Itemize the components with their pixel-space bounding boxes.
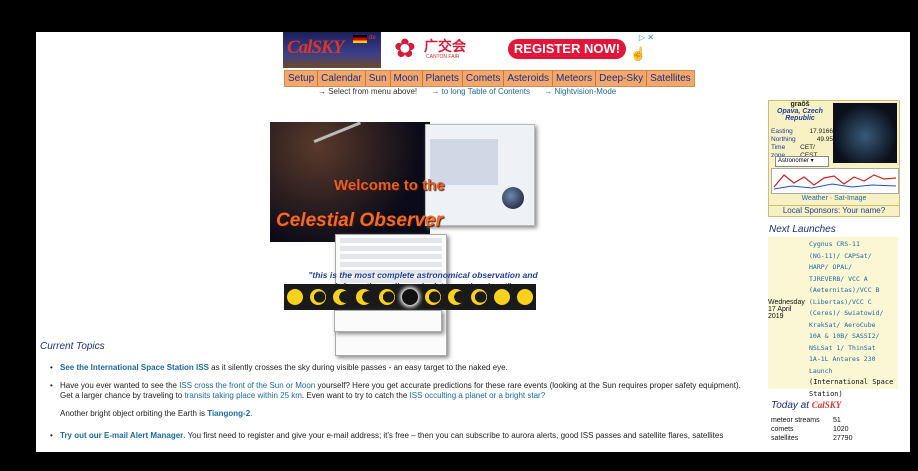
menu-item-meteors[interactable]: Meteors	[553, 71, 597, 86]
location-header: graôš Opava, Czech Republic	[769, 101, 831, 122]
location-place-link[interactable]: Opava, Czech Republic	[777, 108, 823, 122]
local-sponsors-link[interactable]: Local Sponsors: Your name?	[769, 205, 899, 215]
location-row: Northing 49.95	[771, 136, 833, 143]
sub-links: → Select from menu above! → to long Tabl…	[318, 87, 628, 96]
table-of-contents-link[interactable]: → to long Table of Contents	[431, 87, 530, 96]
logo-text: CalSKY	[287, 37, 344, 58]
today-stats: meteor streams 51 comets 1020 satellites 2779…	[771, 416, 891, 443]
launch-item[interactable]: (Aeternitas)/VCC B	[809, 285, 897, 297]
iss-transit-link[interactable]: ISS cross the front of the Sun or Moon	[179, 381, 315, 390]
topic-iss-transit: Have you ever wanted to see the ISS cros…	[50, 381, 750, 401]
welcome-text: Welcome to the	[334, 177, 445, 194]
topic-tiangong: Another bright object orbiting the Earth…	[60, 409, 253, 418]
current-topics-title: Current Topics	[40, 341, 105, 352]
iss-occultation-link[interactable]: ISS occulting a planet or a bright star?	[410, 391, 546, 400]
topic-iss: See the International Space Station ISS …	[50, 363, 750, 373]
page: CalSKY de ✿ 广交会 CANTON FAIR REGISTER NOW…	[36, 32, 910, 452]
launch-item[interactable]: NSLSat 1/ ThinSat	[809, 343, 897, 355]
menu-item-asteroids[interactable]: Asteroids	[504, 71, 554, 86]
space-station-icon	[313, 121, 369, 162]
celestial-observer-title: Celestial Observer	[276, 210, 443, 231]
next-launches-title: Next Launches	[769, 224, 836, 235]
ad-subtitle: CANTON FAIR	[426, 54, 460, 60]
calsky-logo[interactable]: CalSKY de	[283, 32, 381, 68]
iss-link[interactable]: See the International Space Station ISS	[60, 363, 209, 372]
location-box: graôš Opava, Czech Republic Easting 17.91…	[768, 100, 900, 217]
today-row[interactable]: comets 1020	[771, 425, 891, 434]
language-link[interactable]: de	[369, 35, 376, 41]
advertisement-banner[interactable]: ✿ 广交会 CANTON FAIR REGISTER NOW! ☝ ▷ ✕	[386, 32, 656, 68]
german-flag-icon[interactable]	[353, 35, 367, 43]
launch-item[interactable]: HARP/ OPAL/	[809, 262, 897, 274]
launches-box: Wednesday 17 April 2019 Cygnus CRS-11 (NG…	[768, 237, 898, 398]
ad-choices-icon[interactable]: ▷ ✕	[639, 33, 654, 42]
register-now-button[interactable]: REGISTER NOW!	[508, 39, 626, 59]
email-alert-link[interactable]: Try out our E-mail Alert Manager	[60, 431, 183, 440]
topic-email-alert: Try out our E-mail Alert Manager. You fi…	[50, 431, 750, 441]
launch-item[interactable]: 10A & 10B/ SASSI2/	[809, 331, 897, 343]
globe-icon	[502, 187, 524, 209]
tiangong-link[interactable]: Tiangong-2	[207, 409, 250, 418]
canton-fair-logo-icon: ✿	[394, 33, 416, 63]
location-row: Easting 17.9166	[771, 128, 833, 135]
pointer-hand-icon: ☝	[630, 46, 647, 61]
menu-item-moon[interactable]: Moon	[391, 71, 423, 86]
main-menu: Setup Calendar Sun Moon Planets Comets Asteroi…	[284, 70, 695, 87]
topics-list: See the International Space Station ISS …	[50, 363, 750, 449]
weather-links[interactable]: Weather · Sat-Image	[769, 195, 899, 202]
launch-note: (International Space Station)	[809, 378, 894, 398]
today-row[interactable]: satellites 27790	[771, 434, 891, 443]
menu-item-setup[interactable]: Setup	[285, 71, 319, 86]
nightvision-link[interactable]: → Nightvision-Mode	[544, 87, 616, 96]
menu-item-satellites[interactable]: Satellites	[647, 71, 694, 86]
menu-item-comets[interactable]: Comets	[463, 71, 505, 86]
table-screenshot-bottom	[334, 310, 442, 332]
launch-list[interactable]: Cygnus CRS-11 (NG-11)/ CAPSat/HARP/ OPAL/…	[809, 239, 897, 400]
launch-item[interactable]: (Ceres)/ Swiatowid/	[809, 308, 897, 320]
launch-item[interactable]: 1A-1L Antares 230	[809, 354, 897, 366]
calsky-mini-logo: CalSKY	[811, 400, 842, 410]
location-globe-icon[interactable]	[833, 103, 897, 163]
transits-25km-link[interactable]: transits taking place within 25 km	[185, 391, 302, 400]
location-name: graôš	[790, 101, 810, 108]
today-title: Today at CalSKY	[771, 400, 842, 411]
ad-title: 广交会	[424, 39, 466, 55]
launch-item[interactable]: Launch	[809, 366, 897, 378]
eclipse-sequence-image	[284, 284, 536, 310]
launch-item[interactable]: Cygnus CRS-11	[809, 239, 897, 251]
launch-item[interactable]: KrakSat/ AeroCube	[809, 320, 897, 332]
observer-level-select[interactable]: Astronomer ▾	[775, 156, 829, 167]
menu-item-sun[interactable]: Sun	[366, 71, 391, 86]
launch-item[interactable]: TJREVERB/ VCC A	[809, 274, 897, 286]
today-row[interactable]: meteor streams 51	[771, 416, 891, 425]
weather-graph[interactable]	[771, 168, 899, 194]
menu-item-calendar[interactable]: Calendar	[318, 71, 366, 86]
launch-item[interactable]: (Libertas)/VCC C	[809, 297, 897, 309]
menu-item-deep-sky[interactable]: Deep-Sky	[596, 71, 648, 86]
launch-date: Wednesday 17 April 2019	[768, 299, 805, 320]
launch-item[interactable]: (NG-11)/ CAPSat/	[809, 251, 897, 263]
menu-item-planets[interactable]: Planets	[423, 71, 463, 86]
select-hint: → Select from menu above!	[318, 87, 418, 96]
